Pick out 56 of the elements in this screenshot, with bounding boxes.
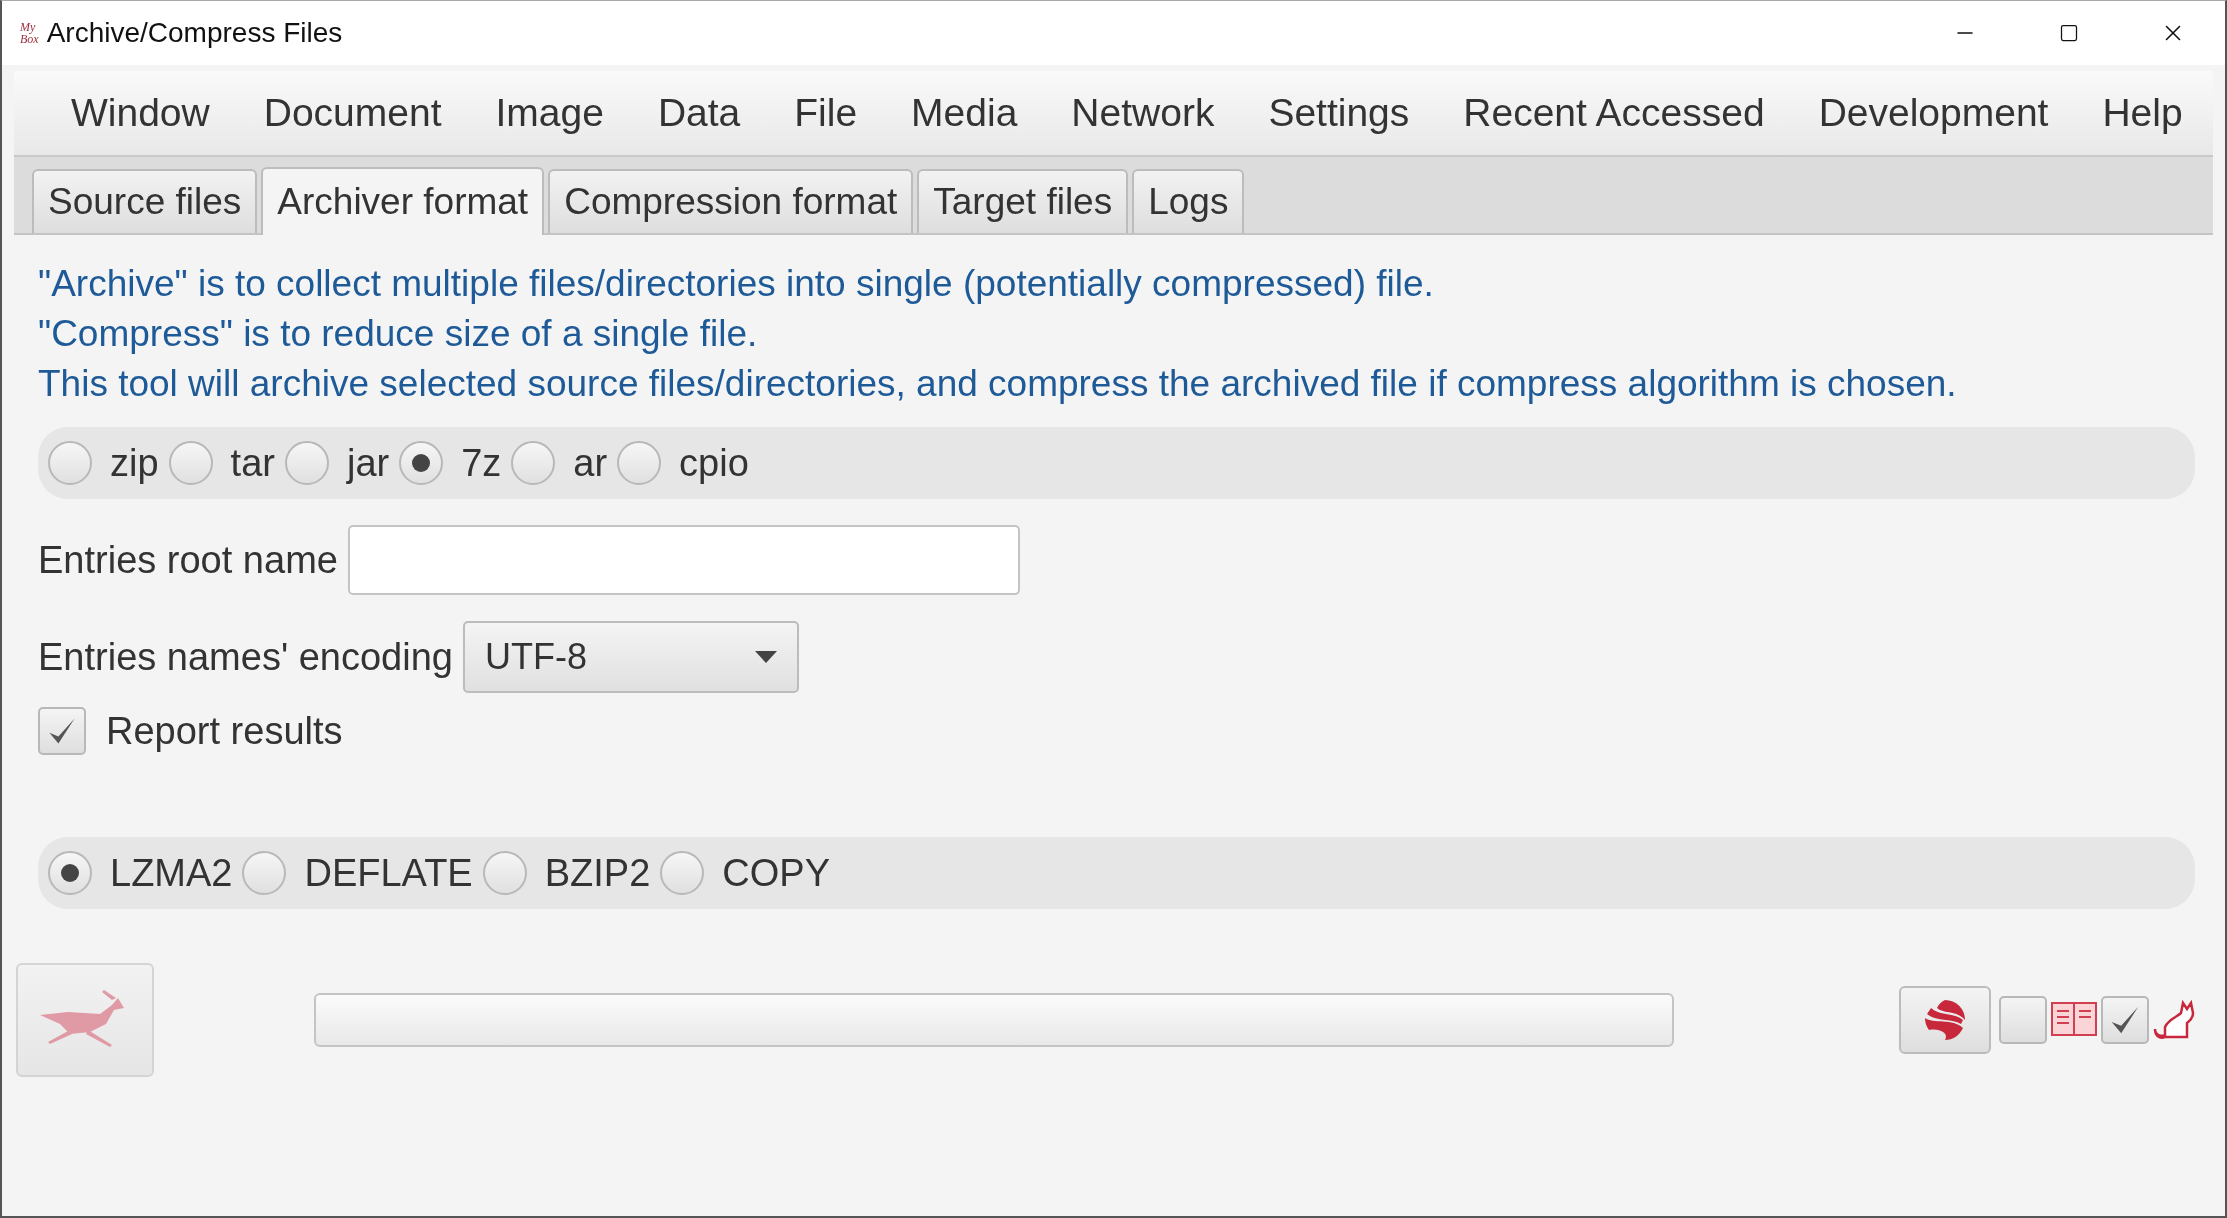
maximize-icon[interactable]: [2059, 23, 2079, 43]
radio-button[interactable]: [399, 441, 444, 485]
radio-button[interactable]: [511, 441, 556, 485]
menu-item[interactable]: Network: [1044, 91, 1242, 135]
menu-item[interactable]: Window: [44, 91, 237, 135]
info-text: This tool will archive selected source files/directories, and compress the archived file if compress algorithm is chosen.: [38, 362, 1958, 406]
menu-item[interactable]: File: [767, 91, 885, 135]
radio-label: cpio: [679, 441, 749, 485]
tab[interactable]: Logs: [1132, 169, 1245, 233]
menu-item[interactable]: Development: [1791, 91, 2076, 135]
menu-item[interactable]: Image: [468, 91, 631, 135]
encoding-dropdown[interactable]: UTF-8: [462, 621, 799, 693]
radio-button[interactable]: [168, 441, 213, 485]
radio-label: ar: [573, 441, 608, 485]
menu-item[interactable]: Media: [884, 91, 1045, 135]
radio-button[interactable]: [242, 851, 287, 895]
caret-icon: [754, 651, 777, 663]
radio-label: jar: [346, 441, 390, 485]
field-label: Entries root name: [38, 538, 338, 582]
book-icon: [2051, 1001, 2097, 1039]
cat-icon: [2153, 999, 2195, 1041]
window-title: Archive/Compress Files: [46, 17, 344, 49]
app-logo: My Box: [20, 21, 39, 45]
menu-item[interactable]: Recent Accessed: [1436, 91, 1792, 135]
field-label: Entries names' encoding: [38, 635, 453, 679]
radio-button[interactable]: [617, 441, 662, 485]
menu-item[interactable]: Help: [2075, 91, 2210, 135]
tab[interactable]: Target files: [917, 169, 1129, 233]
radio-label: LZMA2: [110, 851, 233, 895]
radio-label: BZIP2: [544, 851, 651, 895]
radio-button[interactable]: [48, 441, 92, 485]
checkbox[interactable]: [38, 707, 86, 755]
tab[interactable]: Compression format: [548, 169, 914, 233]
input-field[interactable]: [347, 525, 1020, 595]
radio-button[interactable]: [284, 441, 329, 485]
radio-label: zip: [110, 441, 159, 485]
checkbox[interactable]: [1999, 996, 2047, 1044]
menu-item[interactable]: Data: [630, 91, 768, 135]
radio-button[interactable]: [482, 851, 527, 895]
tab[interactable]: Source files: [32, 169, 258, 233]
radio-button[interactable]: [48, 851, 92, 895]
checkbox-label: Report results: [106, 709, 343, 753]
radio-label: DEFLATE: [304, 851, 473, 895]
menu-item[interactable]: Settings: [1241, 91, 1437, 135]
swirl-button[interactable]: [1899, 986, 1991, 1054]
tab[interactable]: Archiver format: [261, 167, 545, 235]
menu-item[interactable]: Document: [236, 91, 469, 135]
info-text: "Compress" is to reduce size of a single file.: [38, 312, 759, 356]
radio-label: tar: [230, 441, 275, 485]
radio-label: COPY: [722, 851, 830, 895]
radio-button[interactable]: [660, 851, 705, 895]
run-button[interactable]: [16, 963, 154, 1077]
checkbox[interactable]: [2101, 996, 2149, 1044]
info-text: "Archive" is to collect multiple files/directories into single (potentially compressed) file.: [38, 262, 1435, 306]
radio-label: 7z: [461, 441, 502, 485]
swirl-icon: [1923, 998, 1967, 1042]
